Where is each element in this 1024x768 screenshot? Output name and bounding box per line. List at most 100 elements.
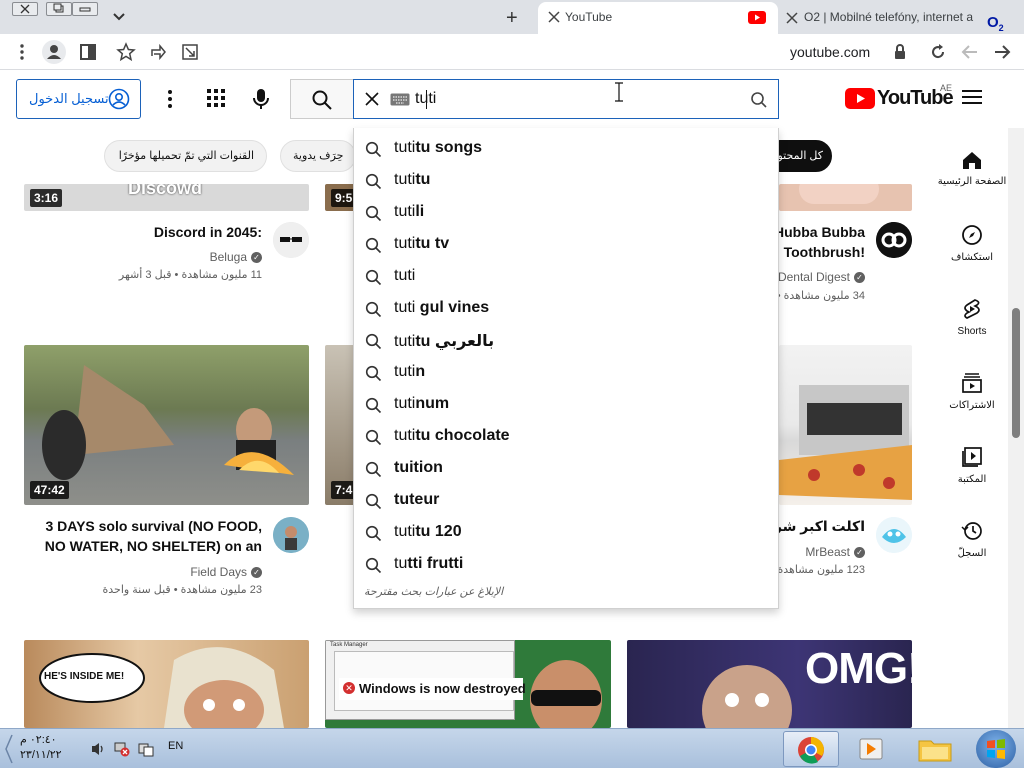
network-error-icon[interactable]	[114, 741, 130, 757]
sidebar-item-history[interactable]: السجلّ	[936, 520, 1008, 559]
side-panel-icon[interactable]	[78, 42, 98, 62]
install-app-icon[interactable]	[180, 42, 200, 62]
avatar[interactable]	[273, 517, 309, 553]
sidebar-item-shorts[interactable]: Shorts	[936, 298, 1008, 337]
sidebar-item-library[interactable]: المكتبة	[936, 446, 1008, 485]
window-restore-button[interactable]	[46, 2, 72, 16]
tab-title: YouTube	[565, 10, 613, 24]
suggestion-prefix: tuti	[394, 171, 416, 188]
language-indicator[interactable]: EN	[168, 740, 183, 752]
sidebar-item-explore[interactable]: استكشاف	[936, 224, 1008, 263]
sidebar-item-label: الاشتراكات	[949, 400, 995, 411]
suggestion-completion: num	[415, 395, 450, 412]
action-center-icon[interactable]	[138, 741, 154, 757]
suggestion-item[interactable]: tutti frutti	[354, 549, 778, 581]
suggestion-item[interactable]: tuti	[354, 261, 778, 293]
profile-icon[interactable]	[42, 40, 66, 64]
scrollbar-thumb[interactable]	[1012, 308, 1020, 438]
thumbnail-banner: ✕ Windows is now destroyed	[339, 678, 526, 700]
forward-arrow-icon[interactable]	[960, 42, 980, 62]
suggestion-item[interactable]: tuteur	[354, 485, 778, 517]
avatar[interactable]	[876, 222, 912, 258]
video-duration: 9:5	[331, 189, 355, 207]
clear-search-icon[interactable]	[364, 91, 380, 107]
video-thumbnail[interactable]: OMG!	[627, 640, 912, 728]
search-icon	[365, 557, 382, 574]
clock-time: ٠٢:٤٠ م	[20, 734, 57, 746]
suggestion-item[interactable]: tutinum	[354, 389, 778, 421]
lock-icon[interactable]	[890, 42, 910, 62]
apps-grid-icon[interactable]	[206, 88, 226, 108]
task-manager-label: Task Manager	[330, 642, 368, 648]
search-icon	[365, 301, 382, 318]
taskbar-chrome-button[interactable]	[783, 731, 839, 767]
back-arrow-icon[interactable]	[992, 42, 1012, 62]
suggestion-item[interactable]: tutitu بالعربي	[354, 325, 778, 357]
video-thumbnail[interactable]	[779, 184, 912, 211]
bookmark-star-icon[interactable]	[116, 42, 136, 62]
video-thumbnail[interactable]: 7:4	[325, 345, 355, 505]
share-icon[interactable]	[148, 42, 168, 62]
suggestion-item[interactable]: tutitu 120	[354, 517, 778, 549]
channel-name[interactable]: Field Days ✓	[100, 565, 262, 579]
clock[interactable]: ٠٢:٤٠ م ٢٣/١١/٢٢	[20, 733, 76, 763]
suggestion-item[interactable]: tutitu songs	[354, 133, 778, 165]
menu-dots-icon[interactable]	[12, 42, 32, 62]
taskbar-explorer-button[interactable]	[907, 731, 963, 767]
video-title[interactable]: Discord in 2045:	[60, 222, 262, 242]
report-suggestions-link[interactable]: الإبلاغ عن عبارات بحث مقترحة	[364, 585, 503, 598]
page-scrollbar[interactable]	[1008, 128, 1024, 728]
suggestion-item[interactable]: tutili	[354, 197, 778, 229]
thumbnail-text: Windows is now destroyed	[359, 681, 526, 696]
video-thumbnail[interactable]: Task Manager ✕ Windows is now destroyed	[325, 640, 611, 728]
search-suggestions-dropdown: tutitu songs tutitu tutili tutitu tv tut…	[353, 128, 779, 609]
suggestion-item[interactable]: tutitu chocolate	[354, 421, 778, 453]
show-desktop-icon[interactable]	[4, 733, 14, 765]
taskbar-media-player-button[interactable]	[843, 731, 899, 767]
hamburger-menu-icon[interactable]	[962, 89, 982, 105]
suggestion-item[interactable]: tutitu tv	[354, 229, 778, 261]
search-button[interactable]	[290, 79, 354, 119]
tab-o2[interactable]: O2 | Mobilné telefóny, internet a O2	[780, 2, 1020, 34]
tab-close-icon[interactable]	[786, 12, 798, 24]
video-thumbnail[interactable]: 9:5	[325, 184, 355, 211]
start-button[interactable]	[976, 730, 1016, 768]
video-title[interactable]: 3 DAYS solo survival (NO FOOD, NO WATER,…	[40, 516, 262, 556]
tab-youtube[interactable]: YouTube	[538, 2, 778, 34]
suggestion-prefix: tuti	[394, 427, 416, 444]
suggestion-item[interactable]: tuition	[354, 453, 778, 485]
suggestion-completion: gul vines	[415, 299, 490, 316]
avatar[interactable]	[876, 517, 912, 553]
suggestion-item[interactable]: tutitu	[354, 165, 778, 197]
suggestion-item[interactable]: tuti gul vines	[354, 293, 778, 325]
settings-dots-icon[interactable]	[160, 88, 180, 110]
suggestion-item[interactable]: tutin	[354, 357, 778, 389]
volume-icon[interactable]	[90, 741, 106, 757]
channel-name[interactable]: Beluga ✓	[100, 250, 262, 264]
sidebar-item-label: السجلّ	[957, 548, 987, 559]
window-minimize-button[interactable]	[72, 2, 98, 16]
video-thumbnail[interactable]: Discowd 3:16	[24, 184, 309, 211]
video-thumbnail[interactable]	[779, 345, 912, 505]
microphone-icon[interactable]	[252, 87, 270, 111]
sidebar-item-label: Shorts	[957, 326, 987, 337]
video-thumbnail[interactable]: 47:42	[24, 345, 309, 505]
account-circle-icon	[108, 88, 130, 110]
reload-icon[interactable]	[928, 42, 948, 62]
keyboard-icon[interactable]	[390, 93, 410, 106]
signin-button[interactable]: تسجيل الدخول	[16, 79, 141, 119]
search-input[interactable]: tuti	[353, 79, 779, 119]
search-icon	[365, 237, 382, 254]
sidebar-item-home[interactable]: الصفحة الرئيسية	[936, 150, 1008, 187]
sidebar-item-subscriptions[interactable]: الاشتراكات	[936, 372, 1008, 411]
window-close-button[interactable]	[12, 2, 38, 16]
url-field[interactable]: youtube.com	[790, 44, 870, 60]
chip-recently-uploaded[interactable]: القنوات التي تمّ تحميلها مؤخرًا	[104, 140, 267, 172]
youtube-favicon-icon	[748, 11, 766, 24]
tab-search-chevron-icon[interactable]	[112, 10, 126, 24]
chip-crafts[interactable]: حِرَف يدوية	[280, 140, 357, 172]
new-tab-button[interactable]: +	[506, 7, 518, 30]
video-thumbnail[interactable]: HE'S INSIDE ME!	[24, 640, 309, 728]
avatar[interactable]	[273, 222, 309, 258]
tab-close-icon[interactable]	[548, 11, 560, 23]
